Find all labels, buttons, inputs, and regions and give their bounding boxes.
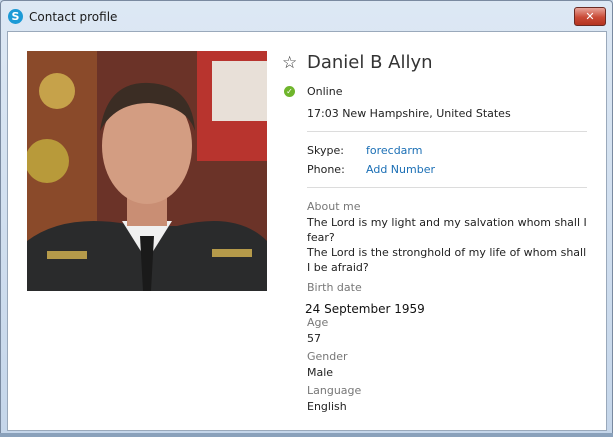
- contact-profile-window: S Contact profile ✕ ☆ Daniel B Allyn ✓ O…: [0, 0, 613, 435]
- gender-label: Gender: [307, 350, 348, 363]
- profile-panel: ☆ Daniel B Allyn ✓ Online 17:03 New Hamp…: [7, 31, 607, 431]
- taskbar-strip: [0, 433, 613, 437]
- about-text: The Lord is my light and my salvation wh…: [307, 216, 587, 274]
- about-label: About me: [307, 200, 361, 213]
- contact-name: Daniel B Allyn: [307, 52, 433, 73]
- divider: [307, 131, 587, 132]
- skype-label: Skype:: [307, 144, 344, 157]
- language-label: Language: [307, 384, 362, 397]
- gender-value: Male: [307, 366, 334, 379]
- close-button[interactable]: ✕: [574, 7, 606, 26]
- language-value: English: [307, 400, 347, 413]
- divider: [307, 187, 587, 188]
- close-icon: ✕: [585, 10, 595, 23]
- skype-name-link[interactable]: forecdarm: [366, 144, 422, 157]
- age-label: Age: [307, 316, 329, 329]
- title-bar: S Contact profile ✕: [1, 1, 612, 31]
- phone-label: Phone:: [307, 163, 345, 176]
- add-number-link[interactable]: Add Number: [366, 163, 435, 176]
- skype-icon: S: [8, 9, 23, 24]
- local-time: 17:03 New Hampshire, United States: [307, 107, 511, 120]
- birth-date-value: 24 September 1959: [305, 302, 425, 316]
- online-check-icon: ✓: [284, 86, 295, 97]
- birth-date-label: Birth date: [307, 281, 362, 294]
- status-text: Online: [307, 85, 343, 98]
- profile-photo: [27, 51, 267, 291]
- window-title: Contact profile: [29, 10, 118, 24]
- age-value: 57: [307, 332, 321, 345]
- favorite-star-icon[interactable]: ☆: [282, 53, 297, 73]
